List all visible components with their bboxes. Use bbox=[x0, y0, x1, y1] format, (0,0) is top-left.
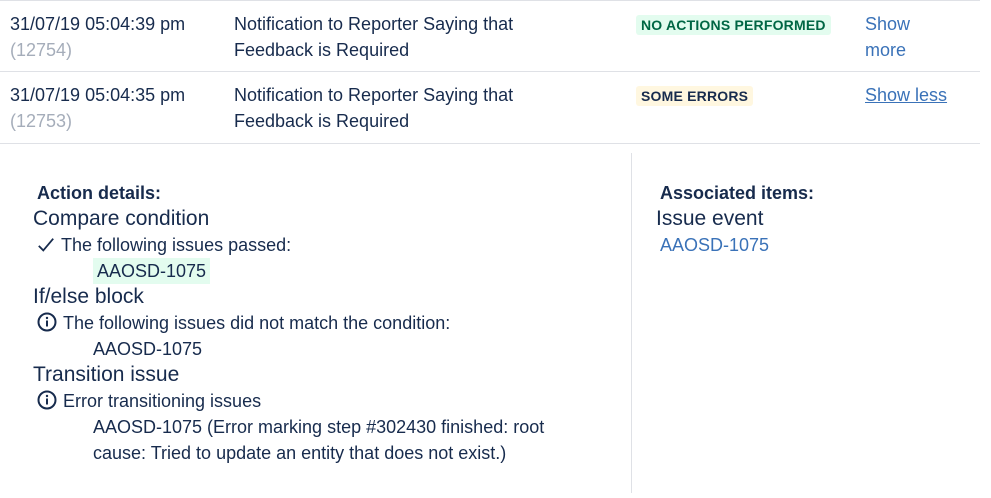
action-details-heading: Action details: bbox=[37, 183, 162, 203]
audit-log-row: 31/07/19 05:04:39 pm (12754) Notificatio… bbox=[0, 0, 980, 72]
associated-issue-link[interactable]: AAOSD-1075 bbox=[660, 232, 769, 258]
transition-issue-title: Transition issue bbox=[33, 363, 180, 386]
audit-log-row: 31/07/19 05:04:35 pm (12753) Notificatio… bbox=[0, 72, 980, 144]
show-more-label: Show more bbox=[865, 14, 911, 60]
check-icon bbox=[38, 238, 54, 252]
compare-message-text: The following issues passed: bbox=[61, 235, 292, 255]
timestamp: 31/07/19 05:04:35 pm (12753) bbox=[10, 82, 185, 134]
associated-items-heading: Associated items: bbox=[660, 183, 815, 203]
transition-error-line-2: cause: Tried to update an entity that do… bbox=[93, 443, 507, 463]
timestamp-value: 31/07/19 05:04:39 pm bbox=[10, 14, 186, 34]
compare-condition-title: Compare condition bbox=[33, 207, 210, 230]
log-id: (12753) bbox=[10, 111, 73, 131]
rule-name: Notification to Reporter Saying that Fee… bbox=[234, 85, 514, 131]
rule-name: Notification to Reporter Saying that Fee… bbox=[234, 14, 514, 60]
transition-message-text: Error transitioning issues bbox=[63, 391, 262, 411]
status-badge: NO ACTIONS PERFORMED bbox=[636, 15, 831, 35]
issue-event-title: Issue event bbox=[656, 207, 764, 230]
timestamp-value: 31/07/19 05:04:35 pm bbox=[10, 85, 186, 105]
info-icon bbox=[37, 312, 57, 332]
log-id: (12754) bbox=[10, 40, 73, 60]
show-more-link[interactable]: Show more bbox=[865, 11, 925, 63]
ifelse-message-text: The following issues did not match the c… bbox=[63, 313, 451, 333]
expanded-details: Action details: Compare condition The fo… bbox=[0, 145, 980, 498]
ifelse-issue-key: AAOSD-1075 bbox=[93, 339, 203, 359]
transition-error-line-1: AAOSD-1075 (Error marking step #302430 f… bbox=[93, 417, 545, 437]
compare-message: The following issues passed: bbox=[37, 232, 291, 258]
compare-issue-key: AAOSD-1075 bbox=[93, 258, 211, 284]
show-less-link[interactable]: Show less bbox=[865, 82, 947, 108]
info-icon bbox=[37, 390, 57, 410]
timestamp: 31/07/19 05:04:39 pm (12754) bbox=[10, 11, 185, 63]
ifelse-block-title: If/else block bbox=[33, 285, 144, 308]
column-divider bbox=[631, 153, 632, 493]
ifelse-message: The following issues did not match the c… bbox=[37, 310, 450, 336]
status-badge: SOME ERRORS bbox=[636, 86, 754, 106]
transition-message: Error transitioning issues bbox=[37, 388, 261, 414]
